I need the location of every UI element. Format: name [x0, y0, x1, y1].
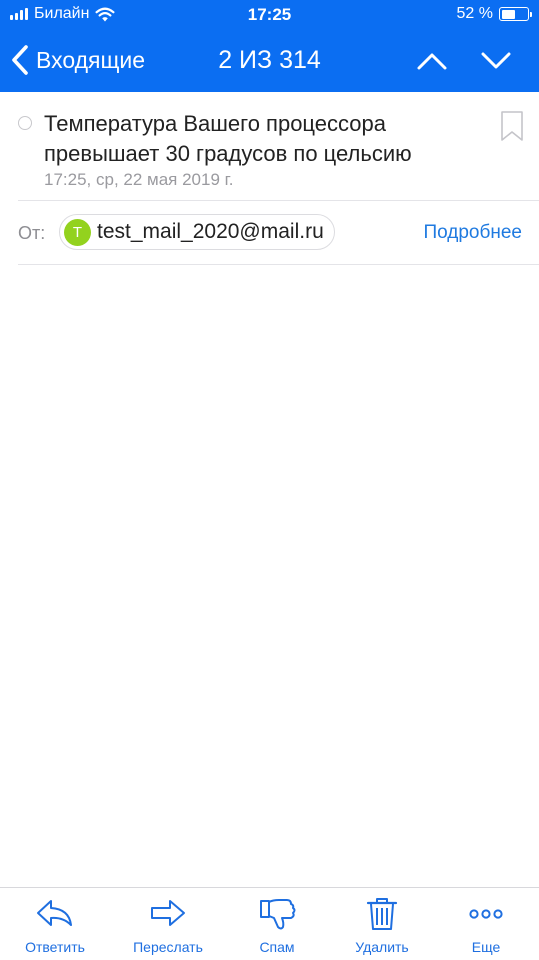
- chevron-up-icon: [417, 53, 447, 70]
- thumbs-down-icon: [260, 899, 296, 930]
- bookmark-icon[interactable]: [500, 110, 524, 142]
- battery-icon: [499, 7, 532, 21]
- chevron-down-icon: [481, 52, 511, 69]
- trash-icon: [366, 898, 398, 930]
- sender-row: От: T test_mail_2020@mail.ru Подробнее: [0, 201, 539, 264]
- read-status-toggle[interactable]: [18, 116, 32, 130]
- more-label: Еще: [471, 939, 501, 955]
- from-label: От:: [18, 223, 46, 243]
- email-subject: Температура Вашего процессора превышает …: [44, 111, 412, 166]
- top-bar: Билайн 17:25 52 % Входящие 2 ИЗ 314: [0, 0, 539, 92]
- battery-percent: 52 %: [456, 5, 493, 22]
- previous-message-button[interactable]: [414, 44, 450, 78]
- email-header: Температура Вашего процессора превышает …: [0, 92, 539, 200]
- delete-label: Удалить: [355, 939, 409, 955]
- forward-icon: [151, 900, 185, 926]
- sender-chip[interactable]: T test_mail_2020@mail.ru: [59, 214, 335, 250]
- more-button[interactable]: Еще: [436, 896, 536, 955]
- details-link[interactable]: Подробнее: [423, 222, 522, 244]
- spam-label: Спам: [259, 939, 295, 955]
- divider: [18, 264, 539, 265]
- next-message-button[interactable]: [478, 44, 514, 78]
- sender-email: test_mail_2020@mail.ru: [97, 220, 324, 243]
- bottom-toolbar: Ответить Переслать Спам Удалить Еще: [0, 887, 539, 960]
- status-bar: Билайн 17:25 52 %: [0, 0, 539, 30]
- back-label: Входящие: [36, 46, 146, 73]
- reply-icon: [37, 900, 72, 926]
- forward-button[interactable]: Переслать: [118, 896, 218, 955]
- back-button[interactable]: Входящие: [10, 44, 145, 76]
- reply-button[interactable]: Ответить: [5, 896, 105, 955]
- battery-fill: [501, 9, 515, 19]
- spam-button[interactable]: Спам: [227, 896, 327, 955]
- more-icon: [469, 909, 503, 919]
- delete-button[interactable]: Удалить: [332, 896, 432, 955]
- avatar: T: [64, 218, 91, 246]
- status-right: 52 %: [456, 5, 532, 23]
- reply-label: Ответить: [25, 939, 85, 955]
- navigation-bar: Входящие 2 ИЗ 314: [0, 30, 539, 92]
- forward-label: Переслать: [133, 939, 203, 955]
- email-date: 17:25, ср, 22 мая 2019 г.: [44, 170, 234, 189]
- chevron-left-icon: [12, 45, 28, 75]
